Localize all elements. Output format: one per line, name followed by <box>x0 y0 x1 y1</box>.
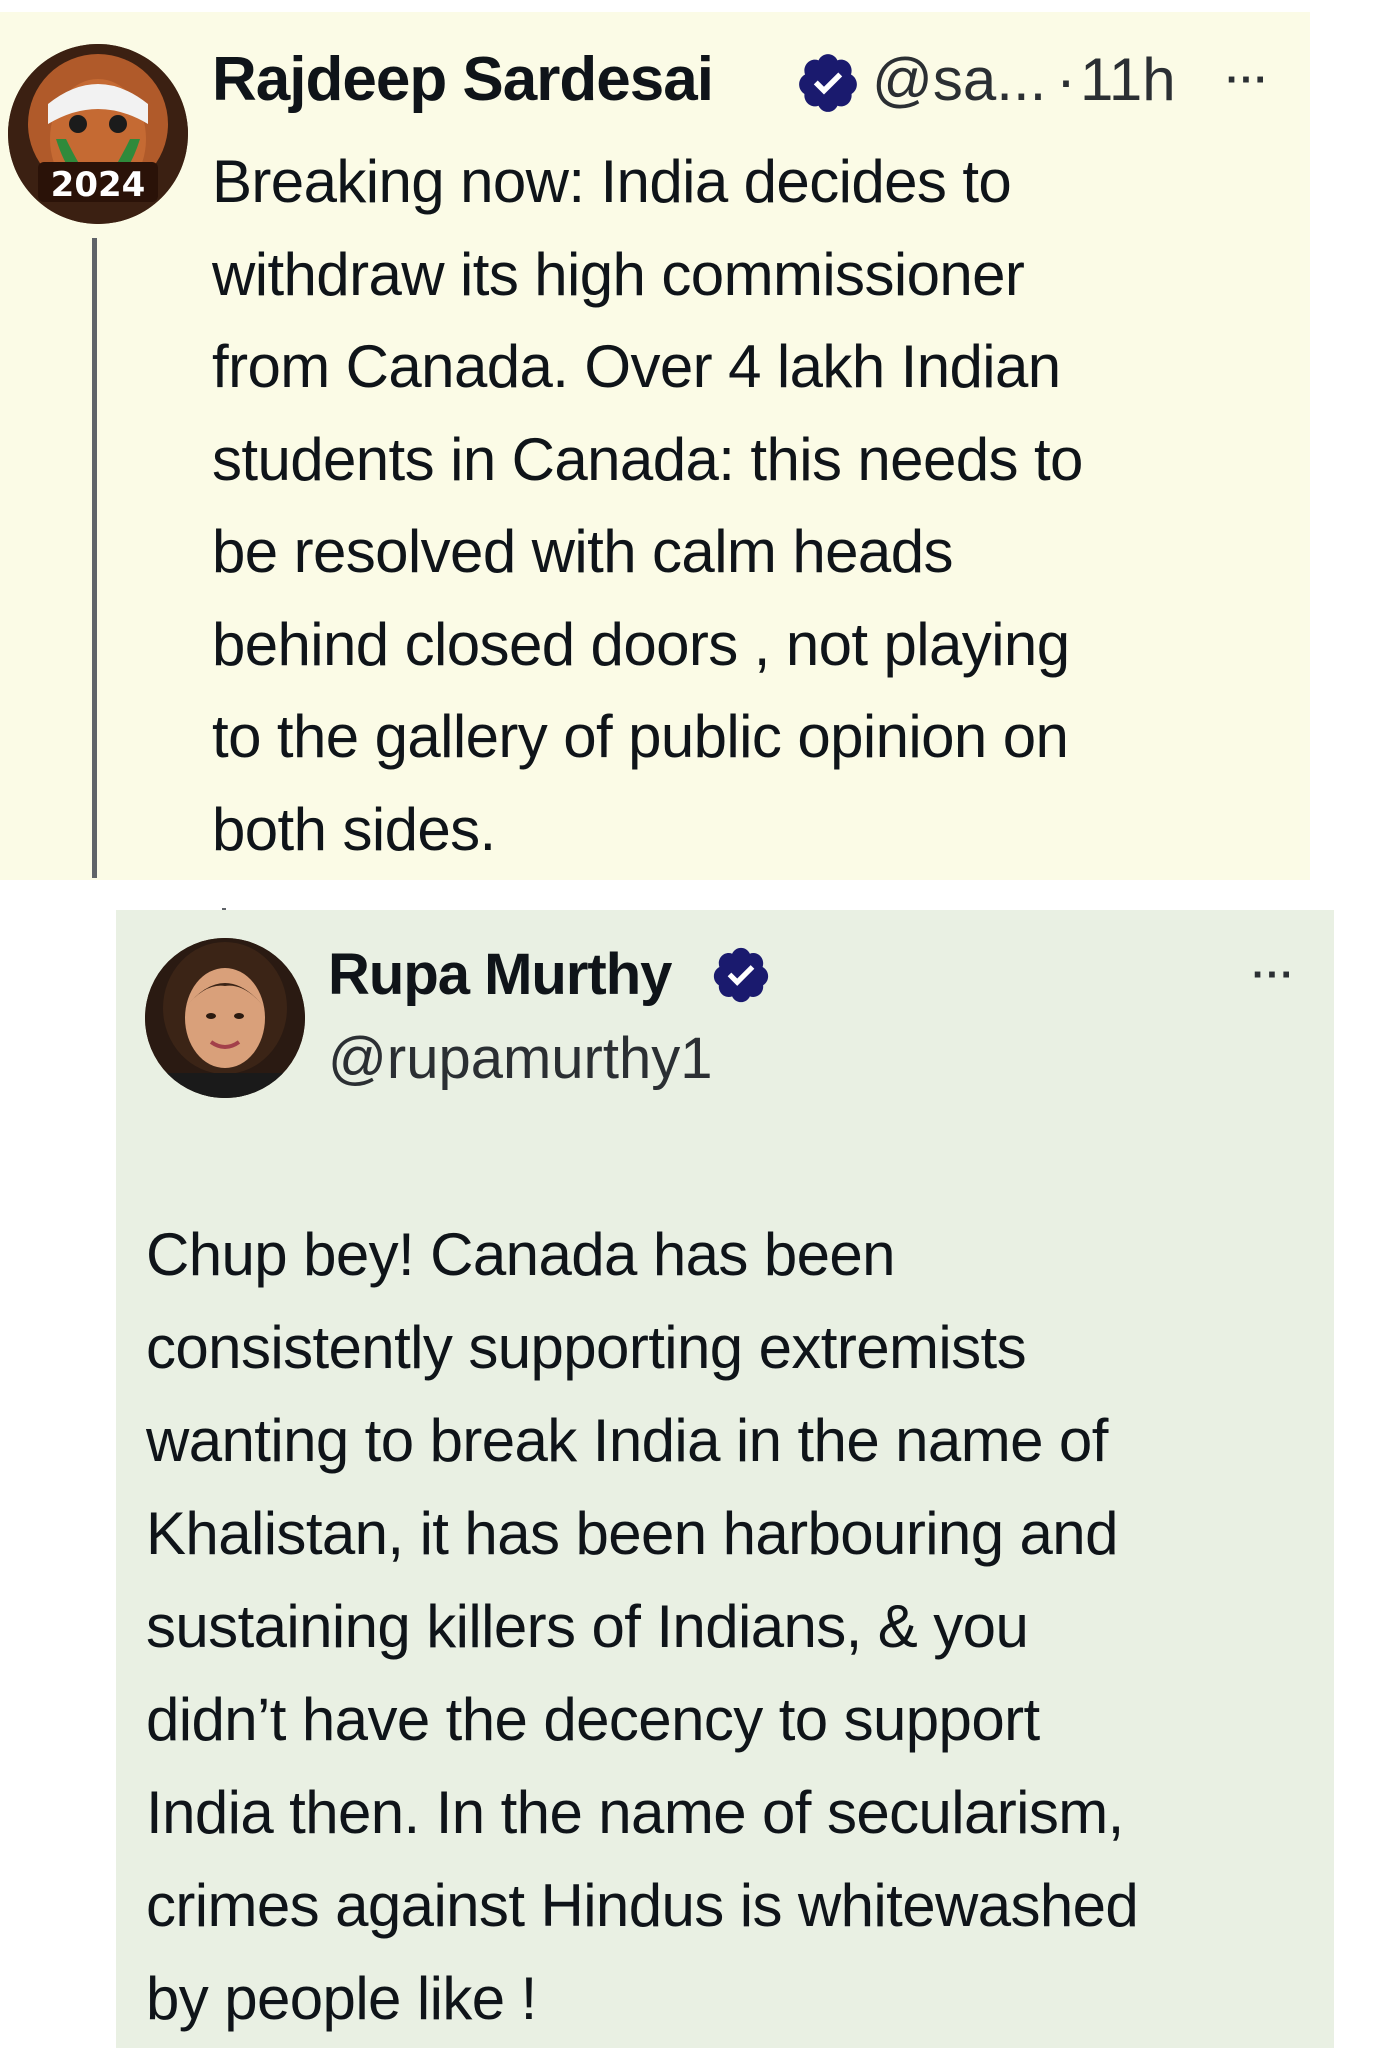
author-handle[interactable]: @rupamurthy1 <box>328 1024 712 1094</box>
tweet-text-line: Breaking now: India decides to <box>212 148 1012 215</box>
tweet-text-line: wanting to break India in the name of <box>146 1407 1108 1474</box>
more-options-icon[interactable]: ··· <box>1226 44 1269 116</box>
verified-badge-icon <box>795 50 861 116</box>
tweet-text-line: consistently supporting extremists <box>146 1314 1027 1381</box>
tweet-text: Chup bey! Canada has been consistently s… <box>146 1208 1326 2045</box>
tweet-text-line: by people like ! <box>146 1965 537 2032</box>
verified-badge-icon <box>710 944 772 1006</box>
author-name[interactable]: Rupa Murthy <box>328 940 672 1010</box>
tweet-text-line: didn’t have the decency to support <box>146 1686 1040 1753</box>
tweet-text-line: be resolved with calm heads <box>212 518 953 585</box>
avatar-image: 2024 <box>8 44 188 224</box>
tweet-text-line: India then. In the name of secularism, <box>146 1779 1124 1846</box>
tweet-text-line: both sides. <box>212 795 496 863</box>
avatar[interactable] <box>145 938 305 1098</box>
tweet-text-line: behind closed doors , not playing <box>212 610 1070 678</box>
tweet-text: Breaking now: India decides to withdraw … <box>212 136 1272 876</box>
tweet-text-line: students in Canada: this needs to <box>212 425 1083 493</box>
tweet-text-line: withdraw its high commissioner <box>212 240 1025 308</box>
more-options-icon[interactable]: ··· <box>1252 940 1295 1010</box>
author-name[interactable]: Rajdeep Sardesai <box>212 44 714 116</box>
tweet-text-line: Khalistan, it has been harbouring and <box>146 1500 1118 1567</box>
avatar-image <box>145 938 305 1098</box>
thread-connector-line <box>92 238 97 878</box>
tweet-text-line: crimes against Hindus is whitewashed <box>146 1872 1139 1939</box>
tweet-text-line: sustaining killers of Indians, & you <box>146 1593 1029 1660</box>
tweet-text-line: from Canada. Over 4 lakh Indian <box>212 333 1061 400</box>
timestamp[interactable]: 11h <box>1080 44 1176 116</box>
avatar-badge-text: 2024 <box>51 165 146 205</box>
author-handle[interactable]: @sa... <box>872 44 1046 116</box>
meta-separator: · <box>1056 46 1076 113</box>
avatar[interactable]: 2024 <box>8 44 188 224</box>
tweet-text-line: Chup bey! Canada has been <box>146 1221 896 1288</box>
tweet-text-line: to the gallery of public opinion on <box>212 703 1069 770</box>
